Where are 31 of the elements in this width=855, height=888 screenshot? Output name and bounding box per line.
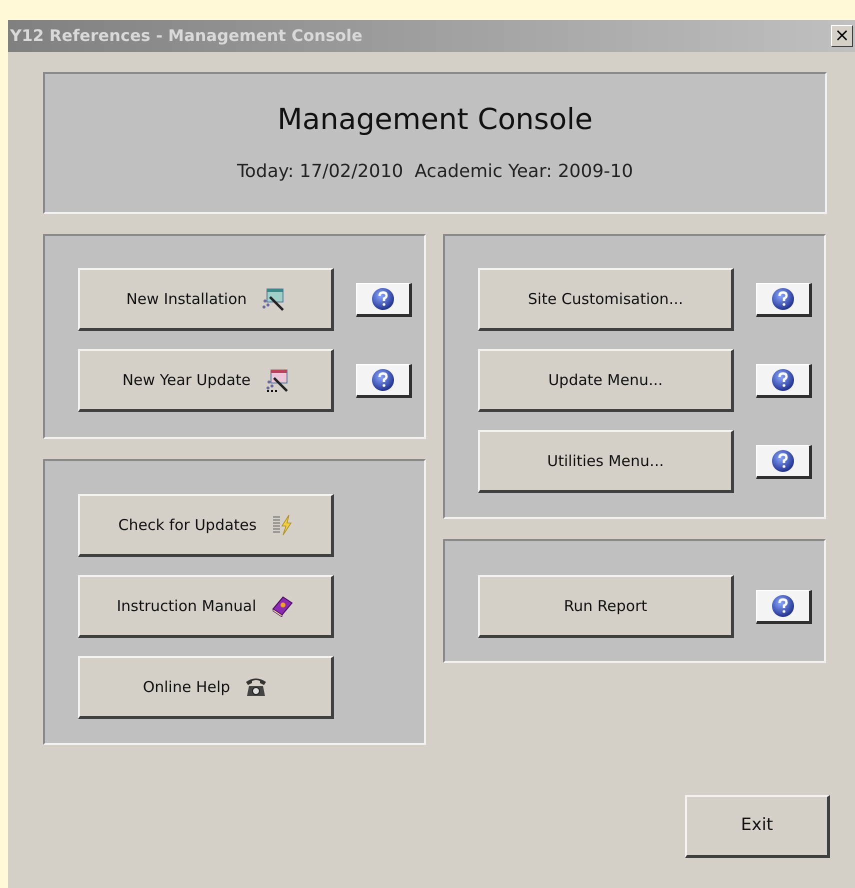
help-icon: [371, 368, 395, 392]
menu-button[interactable]: Online Help: [78, 656, 334, 719]
help-button[interactable]: [356, 282, 412, 316]
help-button[interactable]: [756, 282, 812, 316]
help-icon: [771, 594, 795, 618]
help-button[interactable]: [356, 364, 412, 398]
telephone-icon: [244, 676, 268, 698]
menu-button[interactable]: Site Customisation...: [478, 268, 734, 331]
menu-button[interactable]: Check for Updates: [78, 494, 334, 557]
book-icon: [270, 595, 294, 617]
help-button[interactable]: [756, 444, 812, 478]
menu-button[interactable]: Run Report: [478, 575, 734, 638]
help-button[interactable]: [756, 590, 812, 624]
help-button[interactable]: [756, 364, 812, 398]
exit-button[interactable]: Exit: [685, 795, 830, 858]
wizard-icon: [260, 287, 285, 311]
close-button[interactable]: ×: [831, 25, 853, 47]
help-icon: [771, 368, 795, 392]
help-icon: [771, 448, 795, 472]
menu-button[interactable]: New Installation: [78, 268, 334, 331]
menu-button[interactable]: Utilities Menu...: [478, 430, 734, 493]
menu-button[interactable]: Instruction Manual: [78, 575, 334, 638]
menu-button[interactable]: New Year Update: [78, 349, 334, 412]
console-heading: Management Console: [277, 101, 593, 138]
menu-button[interactable]: Update Menu...: [478, 349, 734, 412]
help-icon: [371, 286, 395, 310]
date-info: Today: 17/02/2010 Academic Year: 2009-10: [236, 160, 634, 184]
wizard-icon: [264, 368, 289, 392]
lightning-icon: [270, 514, 293, 536]
window-title: Y12 References - Management Console: [10, 25, 362, 47]
help-icon: [771, 286, 795, 310]
